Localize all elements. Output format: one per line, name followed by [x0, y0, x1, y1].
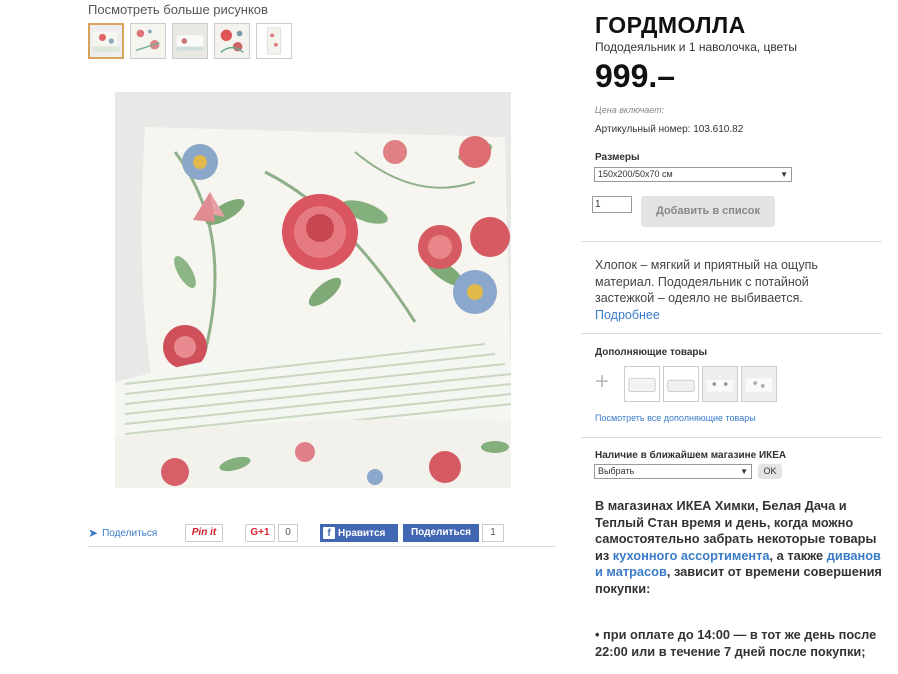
kitchen-assortment-link[interactable]: кухонного ассортимента	[613, 548, 770, 563]
price-includes-label: Цена включает:	[595, 105, 665, 115]
share-icon: ➤	[88, 526, 99, 540]
product-price: 999.–	[595, 58, 676, 94]
divider	[581, 241, 882, 242]
complementary-item[interactable]	[624, 366, 660, 402]
size-select-value: 150x200/50x70 см	[598, 169, 673, 179]
article-number: Артикульный номер: 103.610.82	[595, 124, 744, 135]
dropdown-arrow-icon: ▼	[780, 170, 788, 179]
store-text-part2: , а также	[769, 547, 827, 563]
store-select[interactable]: Выбрать ▼	[594, 464, 752, 479]
google-plus-widget: G+1 0	[245, 524, 298, 542]
plus-icon: +	[595, 368, 610, 395]
share-button[interactable]: ➤ Поделиться	[88, 526, 157, 540]
divider	[581, 437, 882, 438]
google-plus-button[interactable]: G+1	[245, 524, 275, 542]
dropdown-arrow-icon: ▼	[740, 467, 748, 476]
description-text: Хлопок – мягкий и приятный на ощупь мате…	[595, 258, 818, 305]
complementary-products	[624, 366, 777, 402]
store-select-value: Выбрать	[598, 466, 635, 476]
more-pictures-label: Посмотреть больше рисунков	[88, 2, 268, 17]
share-label: Поделиться	[102, 527, 158, 539]
complementary-label: Дополняющие товары	[595, 347, 708, 358]
add-to-list-button[interactable]: Добавить в список	[641, 196, 775, 227]
thumbnail-4[interactable]	[214, 23, 250, 59]
facebook-icon: f	[323, 527, 335, 539]
thumbnail-5[interactable]	[256, 23, 292, 59]
more-details-link[interactable]: Подробнее	[595, 308, 660, 322]
store-info-text: В магазинах ИКЕА Химки, Белая Дача и Теп…	[595, 498, 885, 597]
product-subtitle: Пододеяльник и 1 наволочка, цветы	[595, 40, 797, 54]
complementary-item[interactable]	[741, 366, 777, 402]
pinterest-button[interactable]: Pin it	[185, 524, 223, 542]
share-bar: ➤ Поделиться Pin it G+1 0 f Нравится Под…	[88, 522, 556, 547]
thumbnail-3[interactable]	[172, 23, 208, 59]
facebook-like-label: Нравится	[338, 527, 386, 539]
store-info-bullet: • при оплате до 14:00 — в тот же день по…	[595, 627, 877, 659]
google-plus-count: 0	[278, 524, 298, 542]
quantity-input[interactable]: 1	[592, 196, 632, 213]
complementary-item[interactable]	[702, 366, 738, 402]
sizes-label: Размеры	[595, 152, 640, 163]
size-select[interactable]: 150x200/50x70 см ▼	[594, 167, 792, 182]
facebook-like-button[interactable]: f Нравится	[320, 524, 398, 542]
store-availability-label: Наличие в ближайшем магазине ИКЕА	[595, 450, 787, 461]
facebook-share-button[interactable]: Поделиться	[403, 524, 479, 542]
complementary-item[interactable]	[663, 366, 699, 402]
thumbnail-strip	[88, 23, 292, 59]
thumbnail-1[interactable]	[88, 23, 124, 59]
product-name: ГОРДМОЛЛА	[595, 12, 746, 38]
see-all-complementary-link[interactable]: Посмотреть все дополняющие товары	[595, 413, 756, 423]
divider	[581, 333, 882, 334]
ok-button[interactable]: OK	[758, 464, 782, 479]
product-image[interactable]	[115, 92, 511, 488]
facebook-share-count: 1	[482, 524, 504, 542]
product-description: Хлопок – мягкий и приятный на ощупь мате…	[595, 257, 865, 323]
thumbnail-2[interactable]	[130, 23, 166, 59]
